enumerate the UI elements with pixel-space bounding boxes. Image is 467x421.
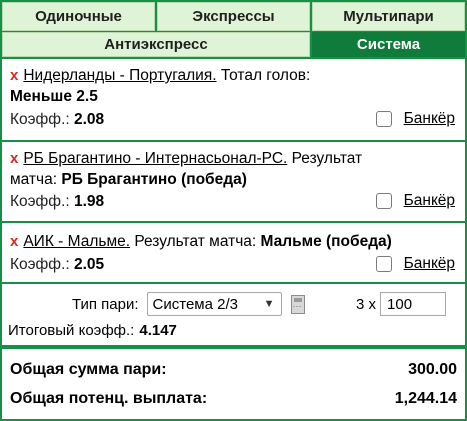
total-payout-label: Общая потенц. выплата: xyxy=(10,390,208,407)
total-coef-row: Итоговый коэфф.: 4.147 xyxy=(8,322,177,339)
banker-checkbox[interactable] xyxy=(375,256,392,272)
banker-label[interactable]: Банкёр xyxy=(404,255,455,273)
banker-toggle[interactable]: Банкёр xyxy=(375,192,455,210)
selection-line: матча: РБ Брагантино (победа) xyxy=(10,170,247,190)
bet-type-row: Тип пари: Система 2/3 ▼ xyxy=(72,292,305,316)
tab-system[interactable]: Система xyxy=(312,32,465,57)
tab-singles[interactable]: Одиночные xyxy=(2,2,155,31)
multiplier-label: 3 x xyxy=(356,295,377,313)
total-stake-row: Общая сумма пари: 300.00 xyxy=(10,361,457,379)
total-stake-label: Общая сумма пари: xyxy=(10,361,167,378)
remove-bet-icon[interactable]: x xyxy=(10,233,18,250)
tab-express[interactable]: Экспрессы xyxy=(157,2,310,31)
market-label-cont: матча: xyxy=(10,171,58,188)
stake-row: 3 x 100 xyxy=(356,292,447,316)
bet-card: x АИК - Мальме. Результат матча: Мальме (… xyxy=(2,223,465,282)
coef-value: 2.05 xyxy=(74,256,105,273)
totals-section: Общая сумма пари: 300.00 Общая потенц. в… xyxy=(2,349,465,419)
total-payout-value: 1,244.14 xyxy=(394,390,457,407)
event-link[interactable]: РБ Брагантино - Интернасьонал-РС. xyxy=(23,150,287,167)
bet-line: x Нидерланды - Португалия. Тотал голов: xyxy=(10,66,310,86)
tab-antiexpress[interactable]: Антиэкспресс xyxy=(2,32,310,57)
remove-bet-icon[interactable]: x xyxy=(10,67,18,84)
coef-label: Коэфф.: xyxy=(10,193,70,210)
betslip-panel: Одиночные Экспрессы Мультипари Антиэкспр… xyxy=(0,0,467,421)
remove-bet-icon[interactable]: x xyxy=(10,150,18,167)
total-payout-row: Общая потенц. выплата: 1,244.14 xyxy=(10,390,457,408)
banker-checkbox[interactable] xyxy=(375,193,392,209)
event-link[interactable]: АИК - Мальме. xyxy=(23,233,130,250)
bet-line: x РБ Брагантино - Интернасьонал-РС. Резул… xyxy=(10,149,362,169)
banker-label[interactable]: Банкёр xyxy=(404,192,455,210)
coef-line: Коэфф.: 2.08 xyxy=(10,110,104,130)
selection-label: Меньше 2.5 xyxy=(10,88,98,105)
coef-label: Коэфф.: xyxy=(10,256,70,273)
selection-label: Мальме (победа) xyxy=(260,233,392,250)
market-label: Тотал голов: xyxy=(220,67,311,84)
selection-label: РБ Брагантино (победа) xyxy=(61,171,247,188)
bet-card: x РБ Брагантино - Интернасьонал-РС. Резул… xyxy=(2,142,465,221)
banker-toggle[interactable]: Банкёр xyxy=(375,110,455,128)
bet-type-label: Тип пари: xyxy=(72,295,139,313)
coef-value: 1.98 xyxy=(74,193,105,210)
total-coef-label: Итоговый коэфф.: xyxy=(8,322,135,339)
total-stake-value: 300.00 xyxy=(408,361,457,378)
total-coef-value: 4.147 xyxy=(139,322,177,339)
bet-line: x АИК - Мальме. Результат матча: Мальме (… xyxy=(10,232,392,252)
coef-line: Коэфф.: 2.05 xyxy=(10,255,104,275)
bet-type-value: Система 2/3 xyxy=(152,295,238,313)
calculator-icon[interactable] xyxy=(290,294,305,314)
coef-line: Коэфф.: 1.98 xyxy=(10,192,104,212)
market-label: Результат матча: xyxy=(134,233,257,250)
coef-label: Коэфф.: xyxy=(10,111,70,128)
market-label: Результат xyxy=(291,150,363,167)
tab-multi[interactable]: Мультипари xyxy=(312,2,465,31)
bet-card: x Нидерланды - Португалия. Тотал голов: М… xyxy=(2,59,465,140)
bet-type-select[interactable]: Система 2/3 ▼ xyxy=(146,292,282,316)
system-settings: Тип пари: Система 2/3 ▼ 3 x 100 Итоговый… xyxy=(2,284,465,345)
stake-input[interactable]: 100 xyxy=(380,292,447,316)
banker-toggle[interactable]: Банкёр xyxy=(375,255,455,273)
coef-value: 2.08 xyxy=(74,111,105,128)
banker-checkbox[interactable] xyxy=(375,111,392,127)
chevron-down-icon: ▼ xyxy=(263,298,275,310)
event-link[interactable]: Нидерланды - Португалия. xyxy=(23,67,216,84)
banker-label[interactable]: Банкёр xyxy=(404,110,455,128)
